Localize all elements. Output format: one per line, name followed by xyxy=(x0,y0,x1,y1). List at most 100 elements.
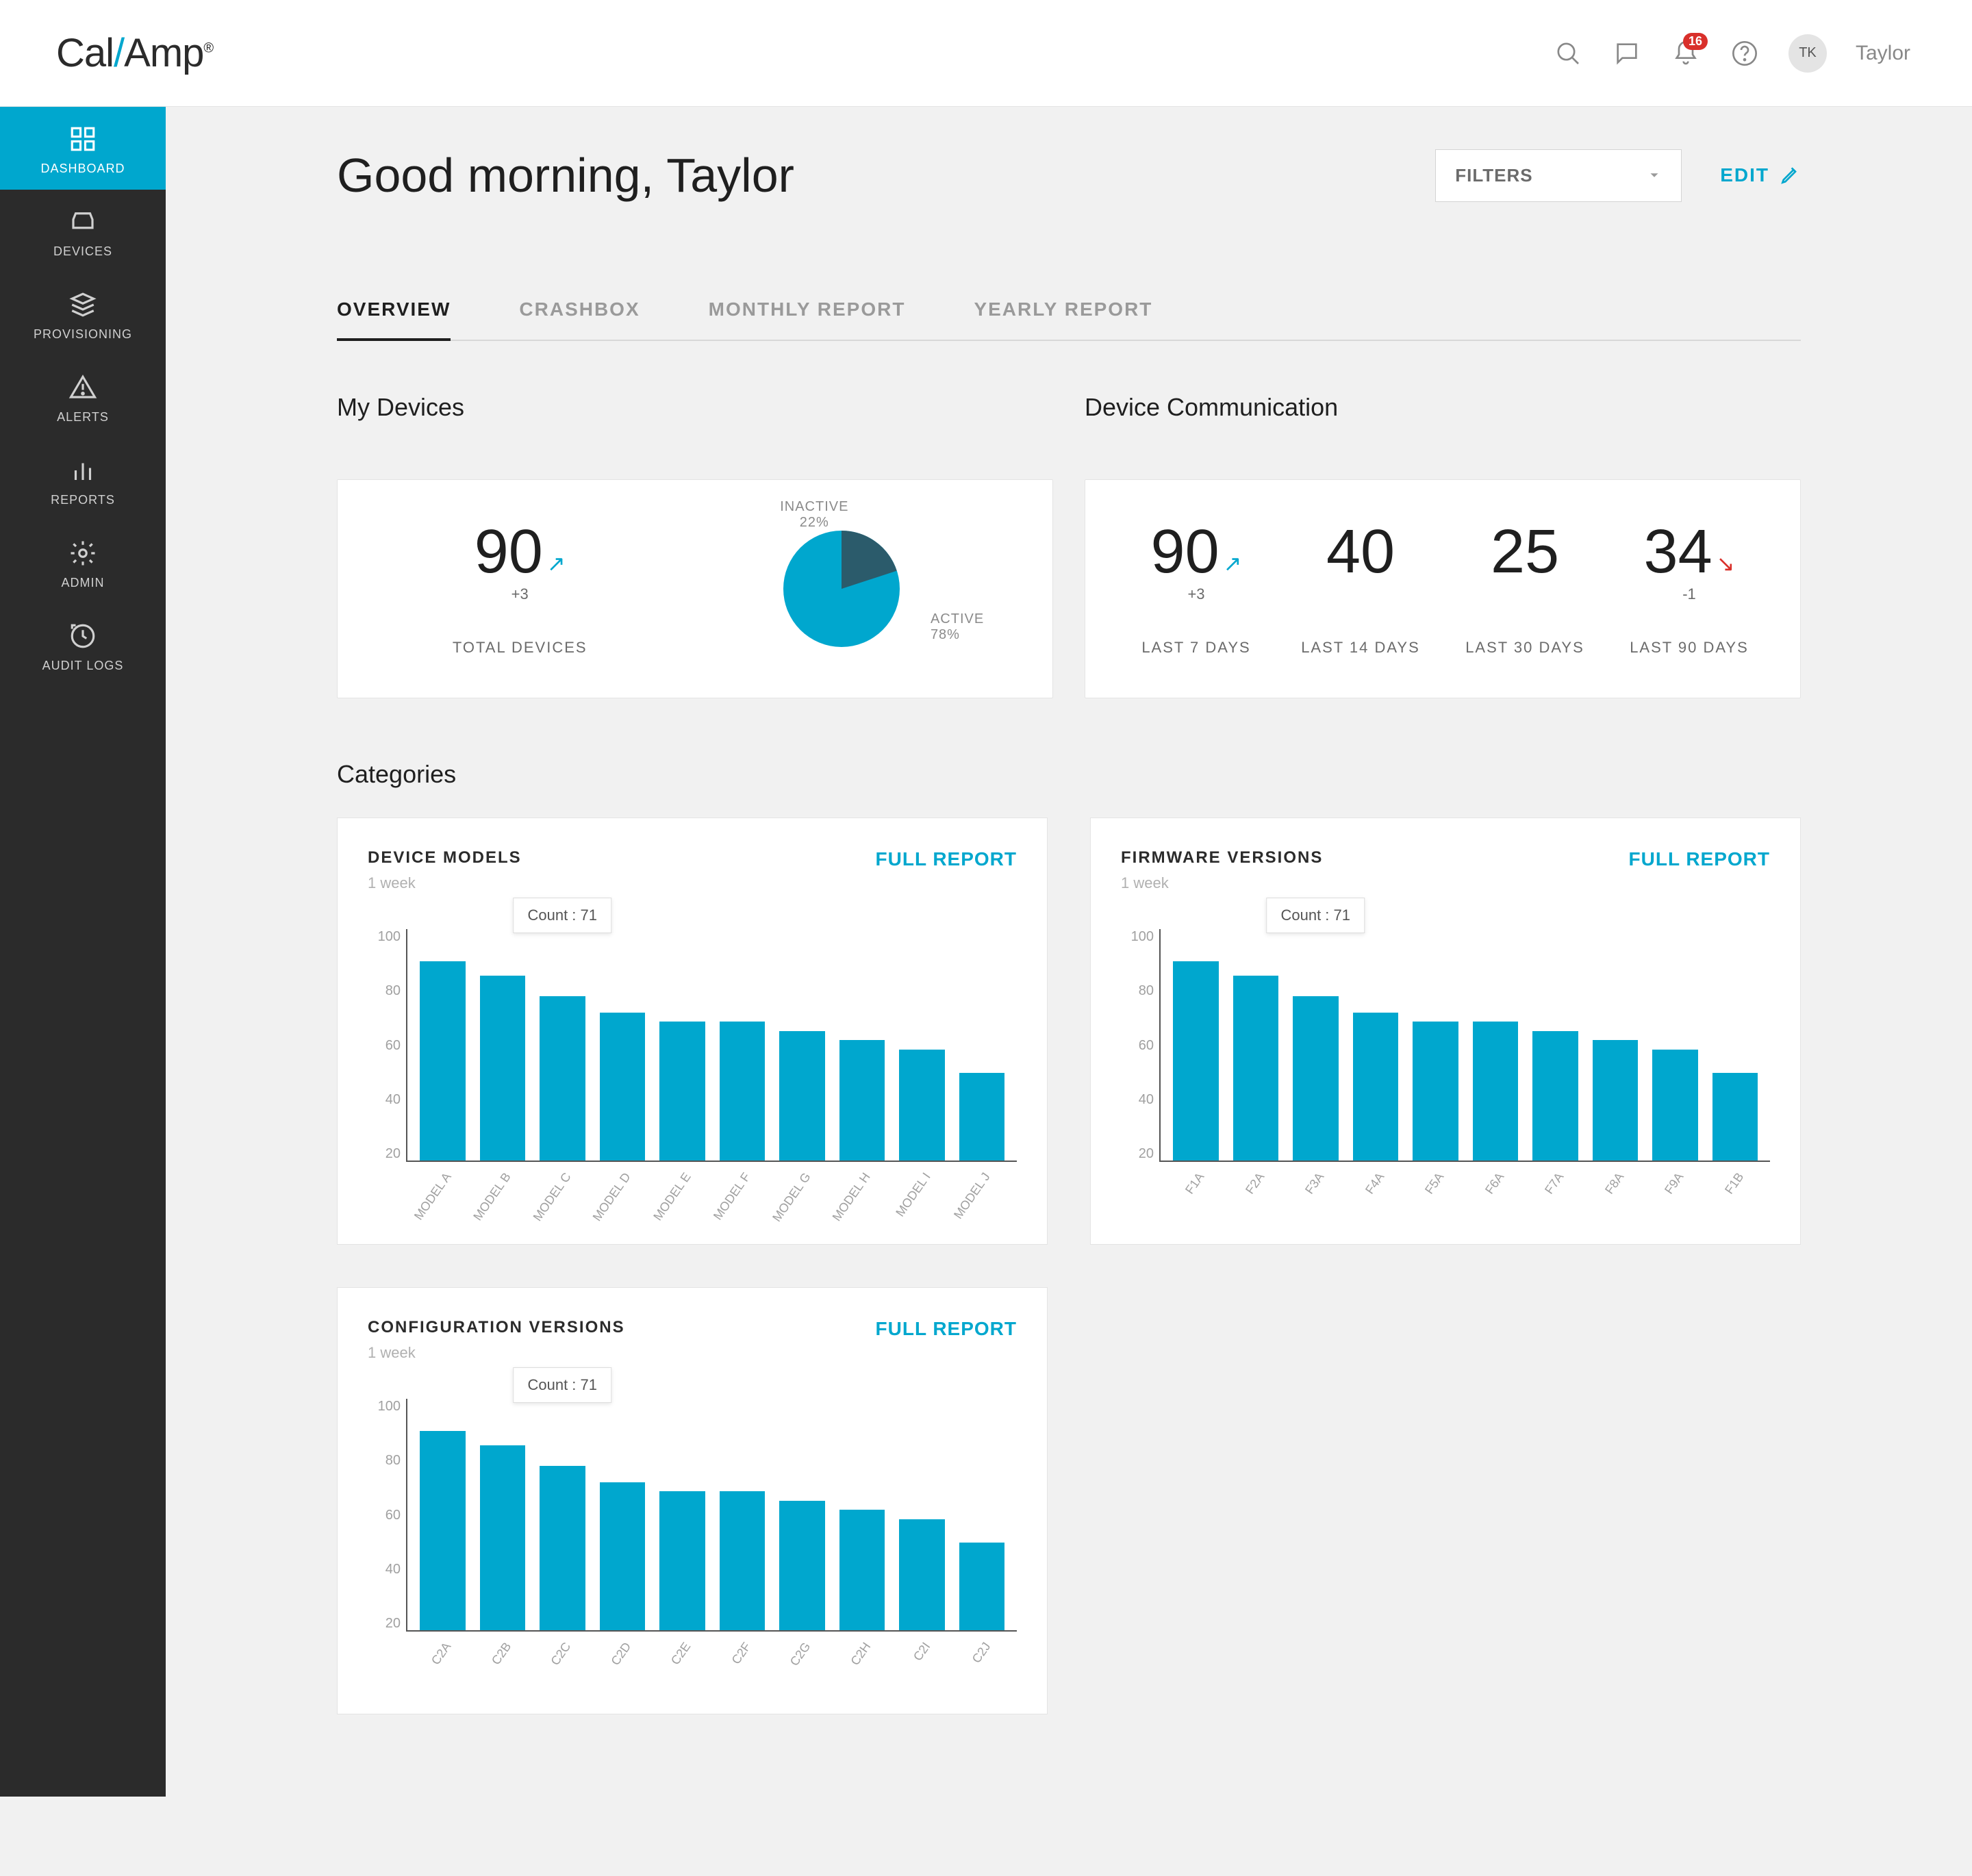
full-report-link[interactable]: FULL REPORT xyxy=(876,1318,1017,1340)
bar: MODEL E xyxy=(659,929,705,1161)
sidebar-item-label: ADMIN xyxy=(62,576,105,590)
sidebar-item-reports[interactable]: REPORTS xyxy=(0,438,166,521)
comm-metric: 90↗+3LAST 7 DAYS xyxy=(1121,521,1272,657)
section-title-my-devices: My Devices xyxy=(337,393,1053,422)
devices-pie-chart: INACTIVE 22% ACTIVE 78% xyxy=(746,531,937,647)
username-label: Taylor xyxy=(1856,42,1910,65)
comm-metric: 34↘-1LAST 90 DAYS xyxy=(1614,521,1765,657)
bar: F7A xyxy=(1532,929,1578,1161)
chart-title: FIRMWARE VERSIONS xyxy=(1121,848,1323,867)
tab-yearly-report[interactable]: YEARLY REPORT xyxy=(974,299,1152,341)
bar-chart: C2AC2BCount : 71C2CC2DC2EC2FC2GC2HC2IC2J xyxy=(406,1399,1017,1632)
bar: F1A xyxy=(1173,929,1219,1161)
chart-subtitle: 1 week xyxy=(368,874,522,892)
bar: F5A xyxy=(1413,929,1458,1161)
brand-logo: Cal/Amp® xyxy=(56,30,213,76)
help-icon[interactable] xyxy=(1730,38,1760,68)
y-axis: 10080604020 xyxy=(1121,929,1159,1162)
bar: C2B xyxy=(480,1399,526,1630)
section-title-categories: Categories xyxy=(337,760,1801,789)
chat-icon[interactable] xyxy=(1612,38,1642,68)
bar: Count : 71C2C xyxy=(540,1399,585,1630)
comm-caption: LAST 90 DAYS xyxy=(1614,639,1765,657)
sidebar-item-dashboard[interactable]: DASHBOARD xyxy=(0,107,166,190)
section-title-device-comm: Device Communication xyxy=(1085,393,1801,422)
chart-card-device_models: DEVICE MODELS 1 week FULL REPORT 1008060402… xyxy=(337,817,1048,1245)
comm-caption: LAST 7 DAYS xyxy=(1121,639,1272,657)
bar: F8A xyxy=(1593,929,1639,1161)
bar-chart: MODEL AMODEL BCount : 71MODEL CMODEL DMO… xyxy=(406,929,1017,1162)
sidebar-item-label: REPORTS xyxy=(51,493,115,507)
bar: MODEL H xyxy=(839,929,885,1161)
notification-badge: 16 xyxy=(1683,33,1708,50)
bar: MODEL B xyxy=(480,929,526,1161)
bell-icon[interactable]: 16 xyxy=(1671,38,1701,68)
tab-overview[interactable]: OVERVIEW xyxy=(337,299,451,341)
search-icon[interactable] xyxy=(1553,38,1583,68)
edit-button[interactable]: EDIT xyxy=(1720,164,1801,186)
sidebar-item-label: DEVICES xyxy=(53,244,112,259)
chart-title: DEVICE MODELS xyxy=(368,848,522,867)
comm-metric: 25 LAST 30 DAYS xyxy=(1450,521,1600,657)
card-my-devices: 90 ↗ +3 TOTAL DEVICES INACTIVE 22% xyxy=(337,479,1053,698)
main-content: Good morning, Taylor FILTERS EDIT OVERVI… xyxy=(166,107,1972,1797)
comm-metric: 40 LAST 14 DAYS xyxy=(1285,521,1436,657)
sidebar-item-label: ALERTS xyxy=(57,410,109,424)
bar: Count : 71F3A xyxy=(1293,929,1339,1161)
tab-monthly-report[interactable]: MONTHLY REPORT xyxy=(709,299,906,341)
chart-tooltip: Count : 71 xyxy=(1266,898,1365,933)
pencil-icon xyxy=(1779,164,1801,186)
bar: MODEL F xyxy=(720,929,766,1161)
chart-tooltip: Count : 71 xyxy=(513,898,611,933)
bar: C2A xyxy=(420,1399,466,1630)
chart-subtitle: 1 week xyxy=(368,1344,625,1362)
bar: F2A xyxy=(1233,929,1279,1161)
bar: C2H xyxy=(839,1399,885,1630)
full-report-link[interactable]: FULL REPORT xyxy=(876,848,1017,870)
filters-label: FILTERS xyxy=(1455,165,1532,186)
tab-crashbox[interactable]: CRASHBOX xyxy=(519,299,640,341)
chart-card-config: CONFIGURATION VERSIONS 1 week FULL REPORT 1… xyxy=(337,1287,1048,1714)
avatar[interactable]: TK xyxy=(1788,34,1827,73)
comm-delta: -1 xyxy=(1614,585,1765,603)
comm-delta: +3 xyxy=(1121,585,1272,603)
comm-value: 34 xyxy=(1644,521,1712,583)
filters-dropdown[interactable]: FILTERS xyxy=(1435,149,1682,202)
arrow-up-icon: ↗ xyxy=(547,553,566,574)
page-title: Good morning, Taylor xyxy=(337,148,794,203)
topbar: Cal/Amp® 16 TK Taylor xyxy=(0,0,1972,107)
bar: MODEL J xyxy=(959,929,1005,1161)
bar: MODEL I xyxy=(899,929,945,1161)
total-devices-value: 90 xyxy=(475,521,543,583)
sidebar-item-provisioning[interactable]: PROVISIONING xyxy=(0,272,166,355)
bar: MODEL D xyxy=(600,929,646,1161)
chart-card-firmware: FIRMWARE VERSIONS1 weekFULL REPORT100806… xyxy=(1090,817,1801,1245)
comm-caption: LAST 14 DAYS xyxy=(1285,639,1436,657)
sidebar-item-alerts[interactable]: ALERTS xyxy=(0,355,166,438)
chevron-down-icon xyxy=(1647,168,1662,183)
comm-value: 25 xyxy=(1491,521,1559,583)
total-devices-caption: TOTAL DEVICES xyxy=(453,639,587,657)
bar: C2D xyxy=(600,1399,646,1630)
sidebar-item-audit-logs[interactable]: AUDIT LOGS xyxy=(0,604,166,687)
sidebar-item-label: AUDIT LOGS xyxy=(42,659,124,673)
sidebar-item-devices[interactable]: DEVICES xyxy=(0,190,166,272)
sidebar: DASHBOARD DEVICES PROVISIONING ALERTS RE… xyxy=(0,107,166,1797)
topbar-actions: 16 TK Taylor xyxy=(1553,34,1910,73)
bar: C2G xyxy=(779,1399,825,1630)
bar: F9A xyxy=(1652,929,1698,1161)
bar: MODEL A xyxy=(420,929,466,1161)
bar: MODEL G xyxy=(779,929,825,1161)
y-axis: 10080604020 xyxy=(368,929,406,1162)
chart-tooltip: Count : 71 xyxy=(513,1367,611,1403)
bar: F1B xyxy=(1712,929,1758,1161)
card-device-communication: 90↗+3LAST 7 DAYS40 LAST 14 DAYS25 LAST 3… xyxy=(1085,479,1801,698)
bar: F6A xyxy=(1473,929,1519,1161)
full-report-link[interactable]: FULL REPORT xyxy=(1629,848,1770,870)
sidebar-item-admin[interactable]: ADMIN xyxy=(0,521,166,604)
total-devices-delta: +3 xyxy=(453,585,587,603)
y-axis: 10080604020 xyxy=(368,1399,406,1632)
comm-caption: LAST 30 DAYS xyxy=(1450,639,1600,657)
chart-title: CONFIGURATION VERSIONS xyxy=(368,1318,625,1337)
bar: C2J xyxy=(959,1399,1005,1630)
